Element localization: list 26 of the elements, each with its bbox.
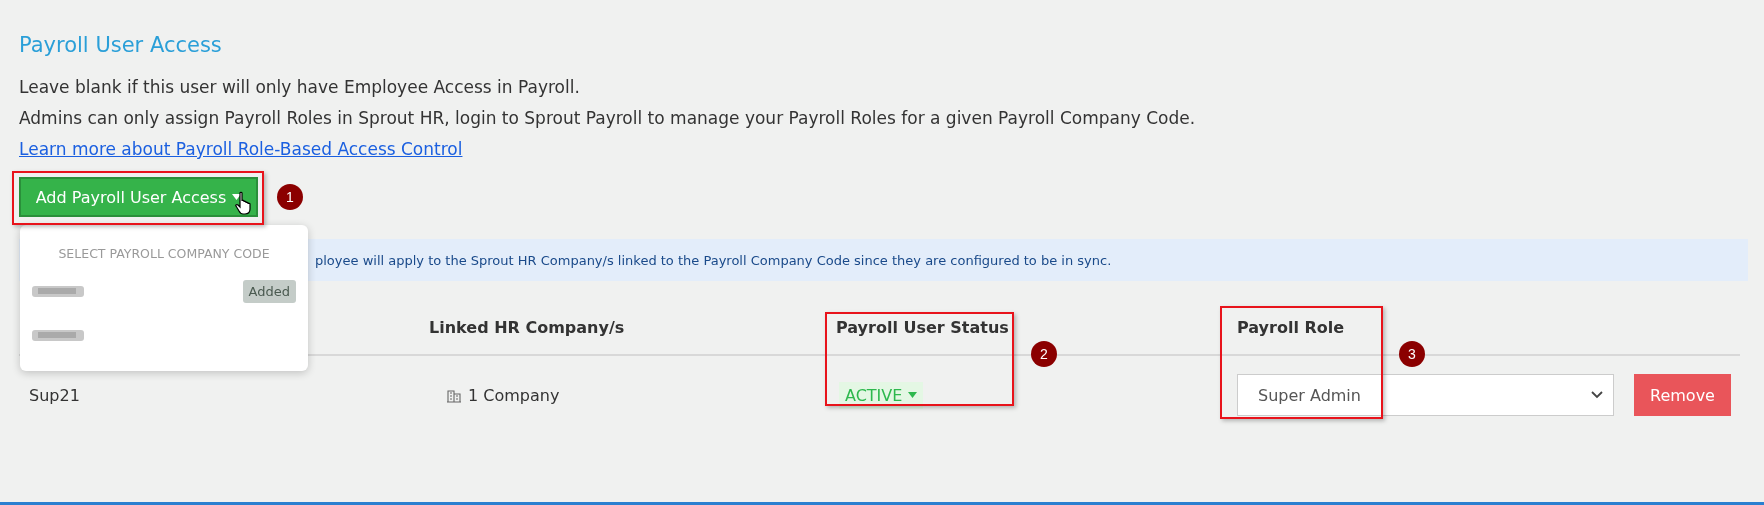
- column-header: Payroll User Status: [836, 318, 1009, 337]
- chevron-down-icon: [1591, 391, 1603, 399]
- description-text: Admins can only assign Payroll Roles in Sprout HR, login to Sprout Payroll to manage your Payroll Roles for a given Payroll Company Code.: [19, 107, 1197, 130]
- column-header: Payroll Role: [1237, 318, 1345, 337]
- building-icon: [446, 387, 462, 403]
- caret-icon: [908, 392, 918, 398]
- step-badge: 1: [277, 184, 303, 210]
- caret-icon: [232, 194, 242, 200]
- info-text: ployee will apply to the Sprout HR Company/s linked to the Payroll Company Code since they are configured to be in sync.: [315, 252, 1112, 268]
- hand-cursor-icon: [235, 191, 253, 215]
- learn-more-link[interactable]: Learn more about Payroll Role-Based Access Control: [19, 139, 463, 159]
- add-payroll-user-access-button[interactable]: Add Payroll User Access: [19, 177, 258, 217]
- step-badge: 2: [1031, 341, 1057, 367]
- menu-item[interactable]: Added: [20, 269, 308, 313]
- table-cell: 1 Company: [468, 385, 560, 405]
- menu-header: SELECT PAYROLL COMPANY CODE: [57, 245, 271, 263]
- description-text: Leave blank if this user will only have Employee Access in Payroll.: [19, 76, 581, 99]
- remove-button[interactable]: Remove: [1634, 374, 1731, 416]
- table-cell: Sup21: [29, 385, 80, 405]
- step-badge: 3: [1399, 341, 1425, 367]
- added-badge: Added: [242, 279, 296, 303]
- role-select[interactable]: Super Admin: [1237, 374, 1614, 416]
- blurred-text: [32, 283, 84, 299]
- blurred-text: [32, 327, 84, 343]
- column-header: Linked HR Company/s: [429, 318, 625, 337]
- section-title: Payroll User Access: [19, 32, 223, 59]
